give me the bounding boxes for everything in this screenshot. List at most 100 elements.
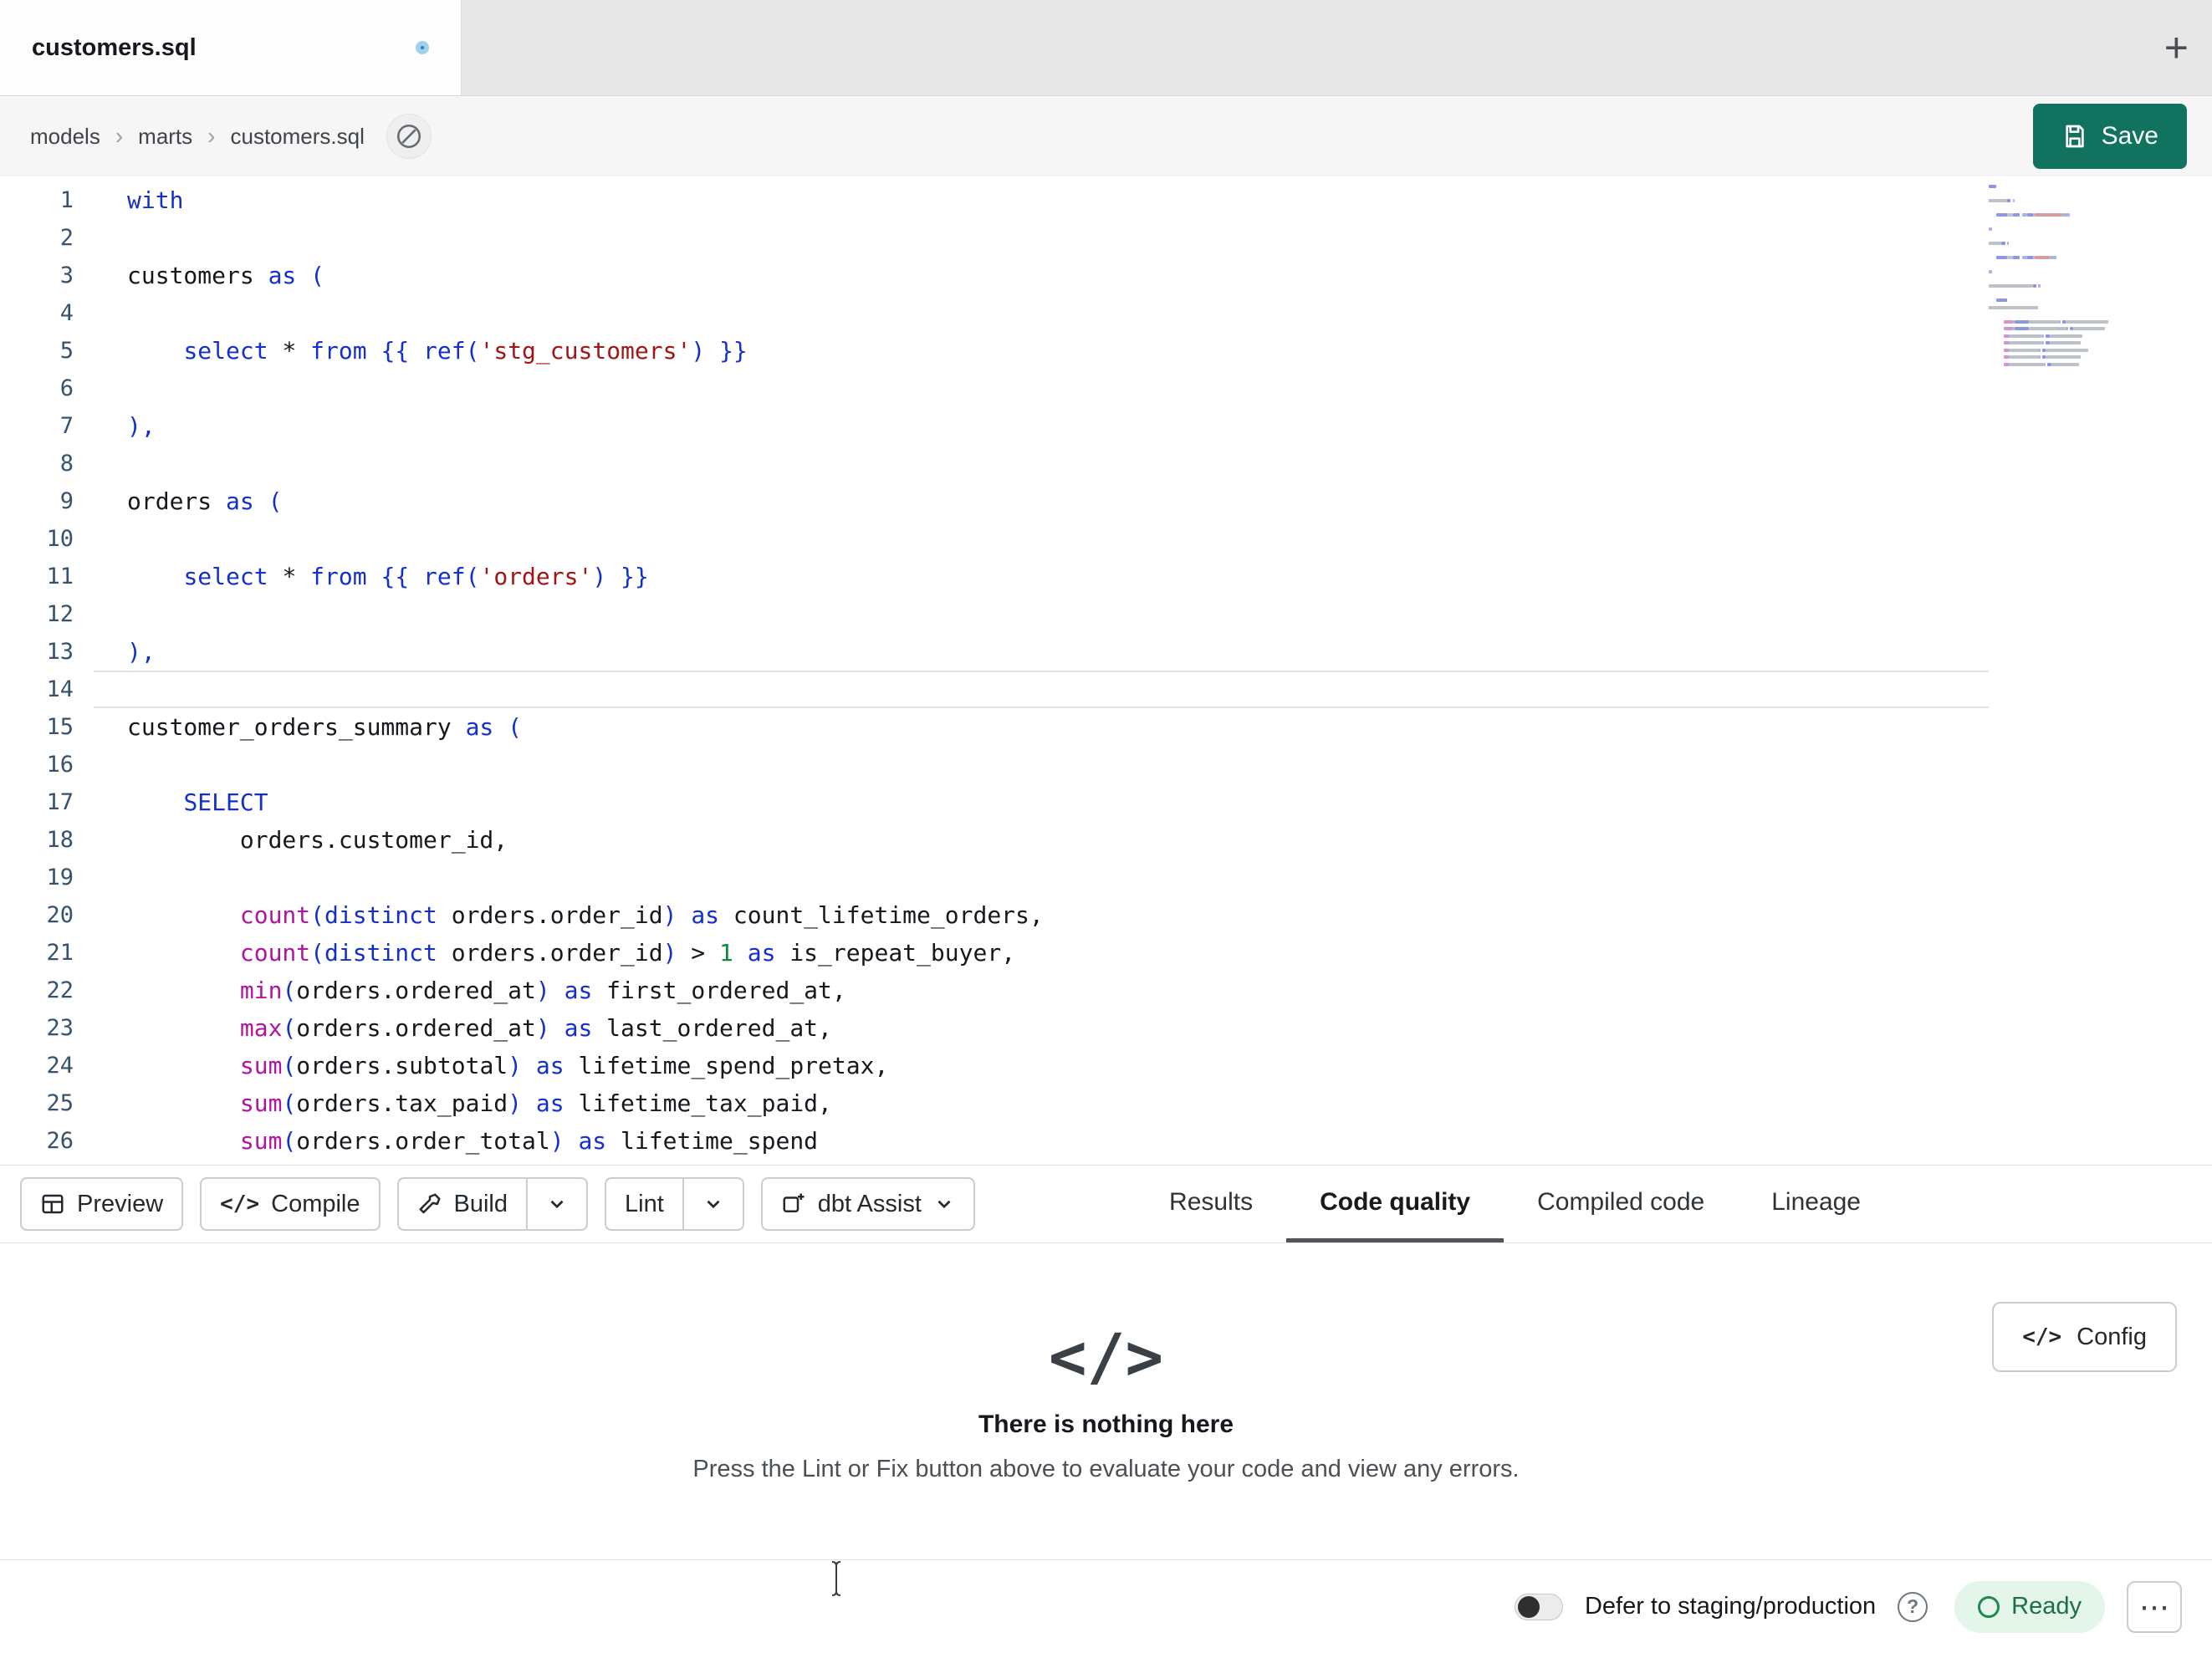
line-number: 18 [46, 827, 74, 853]
file-tab-bar: customers.sql + [0, 0, 2212, 96]
editor-code[interactable]: with customers as ( select * from {{ ref(… [74, 181, 1989, 1165]
line-number: 17 [46, 789, 74, 815]
line-number: 3 [59, 263, 74, 288]
line-number: 21 [46, 940, 74, 966]
code-brackets-icon: </> [220, 1191, 260, 1217]
dbt-assist-button[interactable]: dbt Assist [760, 1177, 975, 1231]
code-line-2[interactable] [127, 219, 1989, 257]
unsaved-changes-dot-icon [416, 41, 429, 54]
code-brackets-icon: </> [1048, 1319, 1164, 1394]
breadcrumb-separator-icon: › [207, 123, 216, 149]
build-dropdown-button[interactable] [528, 1179, 586, 1229]
code-line-26[interactable]: sum(orders.order_total) as lifetime_spen… [127, 1122, 1989, 1160]
code-line-24[interactable]: sum(orders.subtotal) as lifetime_spend_p… [127, 1047, 1989, 1084]
code-line-5[interactable]: select * from {{ ref('stg_customers') }} [127, 332, 1989, 370]
line-number: 20 [46, 902, 74, 928]
tab-compiled-code[interactable]: Compiled code [1504, 1166, 1738, 1242]
line-number: 5 [59, 338, 74, 364]
lint-dropdown-button[interactable] [684, 1179, 743, 1229]
tab-lineage[interactable]: Lineage [1738, 1166, 1894, 1242]
dbt-ide-window: customers.sql + models › marts › custome… [0, 0, 2212, 1653]
lint-button[interactable]: Lint [606, 1179, 682, 1229]
editor-toolbar: Preview </> Compile Build Lint dbt Assis… [0, 1165, 2212, 1243]
code-line-25[interactable]: sum(orders.tax_paid) as lifetime_tax_pai… [127, 1084, 1989, 1122]
code-quality-panel: </> There is nothing here Press the Lint… [0, 1243, 2212, 1559]
line-number: 24 [46, 1053, 74, 1079]
config-label: Config [2077, 1323, 2147, 1350]
save-button[interactable]: Save [2032, 104, 2187, 169]
line-number: 7 [59, 413, 74, 439]
ready-status-badge[interactable]: Ready [1954, 1580, 2105, 1633]
new-tab-button[interactable]: + [2164, 27, 2189, 69]
lint-label: Lint [625, 1190, 664, 1217]
code-line-16[interactable] [127, 746, 1989, 783]
code-line-6[interactable] [127, 370, 1989, 407]
tab-code-quality[interactable]: Code quality [1286, 1166, 1504, 1242]
breadcrumb-separator-icon: › [115, 123, 124, 149]
code-line-22[interactable]: min(orders.ordered_at) as first_ordered_… [127, 972, 1989, 1009]
build-button[interactable]: Build [399, 1179, 527, 1229]
file-status-button[interactable] [386, 114, 432, 159]
code-brackets-icon: </> [2022, 1324, 2062, 1349]
lint-split-button: Lint [605, 1177, 744, 1231]
empty-state-subtitle: Press the Lint or Fix button above to ev… [692, 1456, 1520, 1482]
code-line-15[interactable]: customer_orders_summary as ( [127, 708, 1989, 746]
circle-slash-icon [396, 124, 421, 149]
status-bar: Defer to staging/production ? Ready ⋯ [0, 1559, 2212, 1653]
code-line-23[interactable]: max(orders.ordered_at) as last_ordered_a… [127, 1009, 1989, 1047]
code-line-13[interactable]: ), [127, 633, 1989, 671]
code-line-12[interactable] [127, 595, 1989, 633]
config-button[interactable]: </> Config [1992, 1302, 2177, 1372]
line-number: 11 [46, 564, 74, 589]
code-line-8[interactable] [127, 445, 1989, 482]
code-line-4[interactable] [127, 294, 1989, 332]
line-number: 1 [59, 187, 74, 213]
line-number: 8 [59, 451, 74, 477]
floppy-disk-icon [2065, 125, 2084, 148]
help-icon[interactable]: ? [1898, 1591, 1928, 1622]
code-line-1[interactable]: with [127, 181, 1989, 219]
code-line-9[interactable]: orders as ( [127, 482, 1989, 520]
tab-customers-sql[interactable]: customers.sql [0, 0, 462, 95]
code-line-19[interactable] [127, 859, 1989, 896]
code-line-7[interactable]: ), [127, 407, 1989, 445]
breadcrumb-customers-sql: customers.sql [230, 123, 365, 149]
code-line-20[interactable]: count(distinct orders.order_id) as count… [127, 896, 1989, 934]
preview-button[interactable]: Preview [20, 1177, 184, 1231]
save-button-label: Save [2101, 122, 2158, 150]
compile-button[interactable]: </> Compile [200, 1177, 381, 1231]
table-icon [42, 1194, 64, 1214]
line-number: 6 [59, 375, 74, 401]
defer-label: Defer to staging/production [1584, 1593, 1877, 1620]
assist-sparkle-icon [783, 1193, 805, 1212]
more-options-button[interactable]: ⋯ [2127, 1580, 2182, 1633]
toggle-knob-icon [1517, 1595, 1540, 1618]
code-line-18[interactable]: orders.customer_id, [127, 821, 1989, 859]
line-number: 13 [46, 639, 74, 665]
build-split-button: Build [396, 1177, 588, 1231]
line-number: 25 [46, 1090, 74, 1116]
code-line-10[interactable] [127, 520, 1989, 558]
line-number: 19 [46, 865, 74, 890]
breadcrumb-marts: marts [138, 123, 193, 149]
chevron-down-icon [550, 1200, 564, 1209]
code-line-21[interactable]: count(distinct orders.order_id) > 1 as i… [127, 934, 1989, 972]
line-number: 10 [46, 526, 74, 552]
line-number: 9 [59, 488, 74, 514]
minimap[interactable] [1989, 185, 2116, 366]
chevron-down-icon [707, 1200, 720, 1209]
defer-toggle[interactable] [1514, 1593, 1563, 1620]
code-line-3[interactable]: customers as ( [127, 257, 1989, 294]
line-number: 26 [46, 1128, 74, 1154]
hammer-icon [419, 1193, 440, 1214]
line-number: 2 [59, 225, 74, 251]
line-number: 4 [59, 300, 74, 326]
code-editor[interactable]: 1 2 3 4 5 6 7 8 9 10 11 12 13 14 15 16 17 18 19 20 21 22 23 24 2… [0, 176, 2212, 1165]
breadcrumb-models: models [30, 123, 100, 149]
code-line-11[interactable]: select * from {{ ref('orders') }} [127, 558, 1989, 595]
code-line-14[interactable] [94, 671, 1989, 708]
editor-gutter: 1 2 3 4 5 6 7 8 9 10 11 12 13 14 15 16 17 18 19 20 21 22 23 24 2… [0, 181, 74, 1165]
code-line-17[interactable]: SELECT [127, 783, 1989, 821]
tab-results[interactable]: Results [1136, 1166, 1286, 1242]
status-ring-icon [1978, 1595, 2000, 1618]
